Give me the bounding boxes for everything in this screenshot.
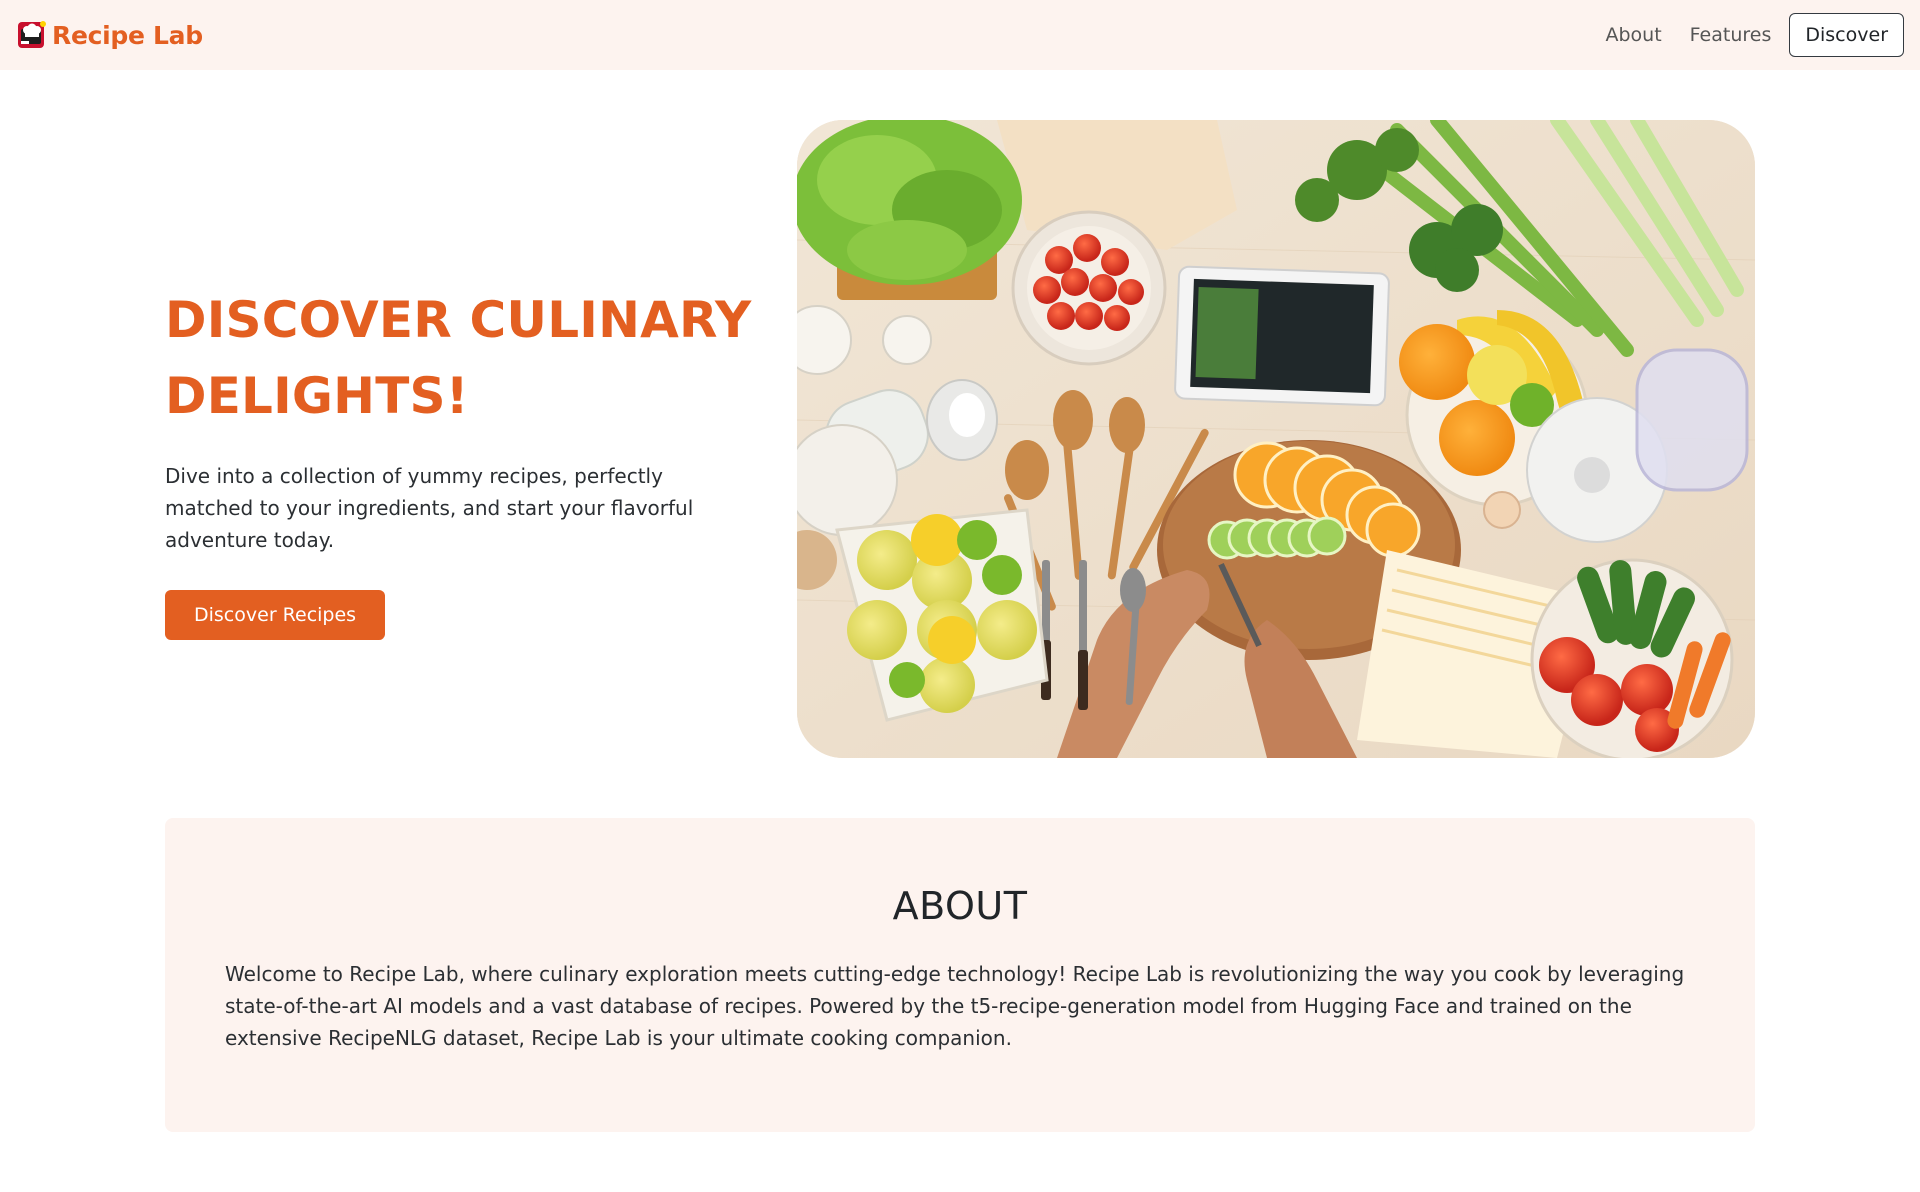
hero-section: DISCOVER CULINARY DELIGHTS! Dive into a … bbox=[165, 282, 765, 640]
nav-link-about[interactable]: About bbox=[1595, 16, 1671, 54]
nav-link-features[interactable]: Features bbox=[1680, 16, 1782, 54]
brand-name: Recipe Lab bbox=[52, 20, 203, 50]
discover-nav-button[interactable]: Discover bbox=[1789, 13, 1904, 57]
hero-description: Dive into a collection of yummy recipes,… bbox=[165, 464, 694, 552]
navbar: Recipe Lab About Features Discover bbox=[0, 0, 1920, 70]
discover-recipes-button[interactable]: Discover Recipes bbox=[165, 590, 386, 640]
hero-title: DISCOVER CULINARY DELIGHTS! bbox=[165, 291, 752, 425]
hero-image bbox=[797, 120, 1755, 758]
brand-link[interactable]: Recipe Lab bbox=[16, 19, 203, 51]
about-title: ABOUT bbox=[892, 884, 1028, 928]
about-section: ABOUT Welcome to Recipe Lab, where culin… bbox=[165, 818, 1755, 1132]
kitchen-table-illustration bbox=[797, 120, 1755, 758]
chef-hat-icon bbox=[18, 21, 46, 48]
about-text: Welcome to Recipe Lab, where culinary ex… bbox=[225, 962, 1685, 1050]
nav-links: About Features Discover bbox=[1595, 13, 1904, 57]
